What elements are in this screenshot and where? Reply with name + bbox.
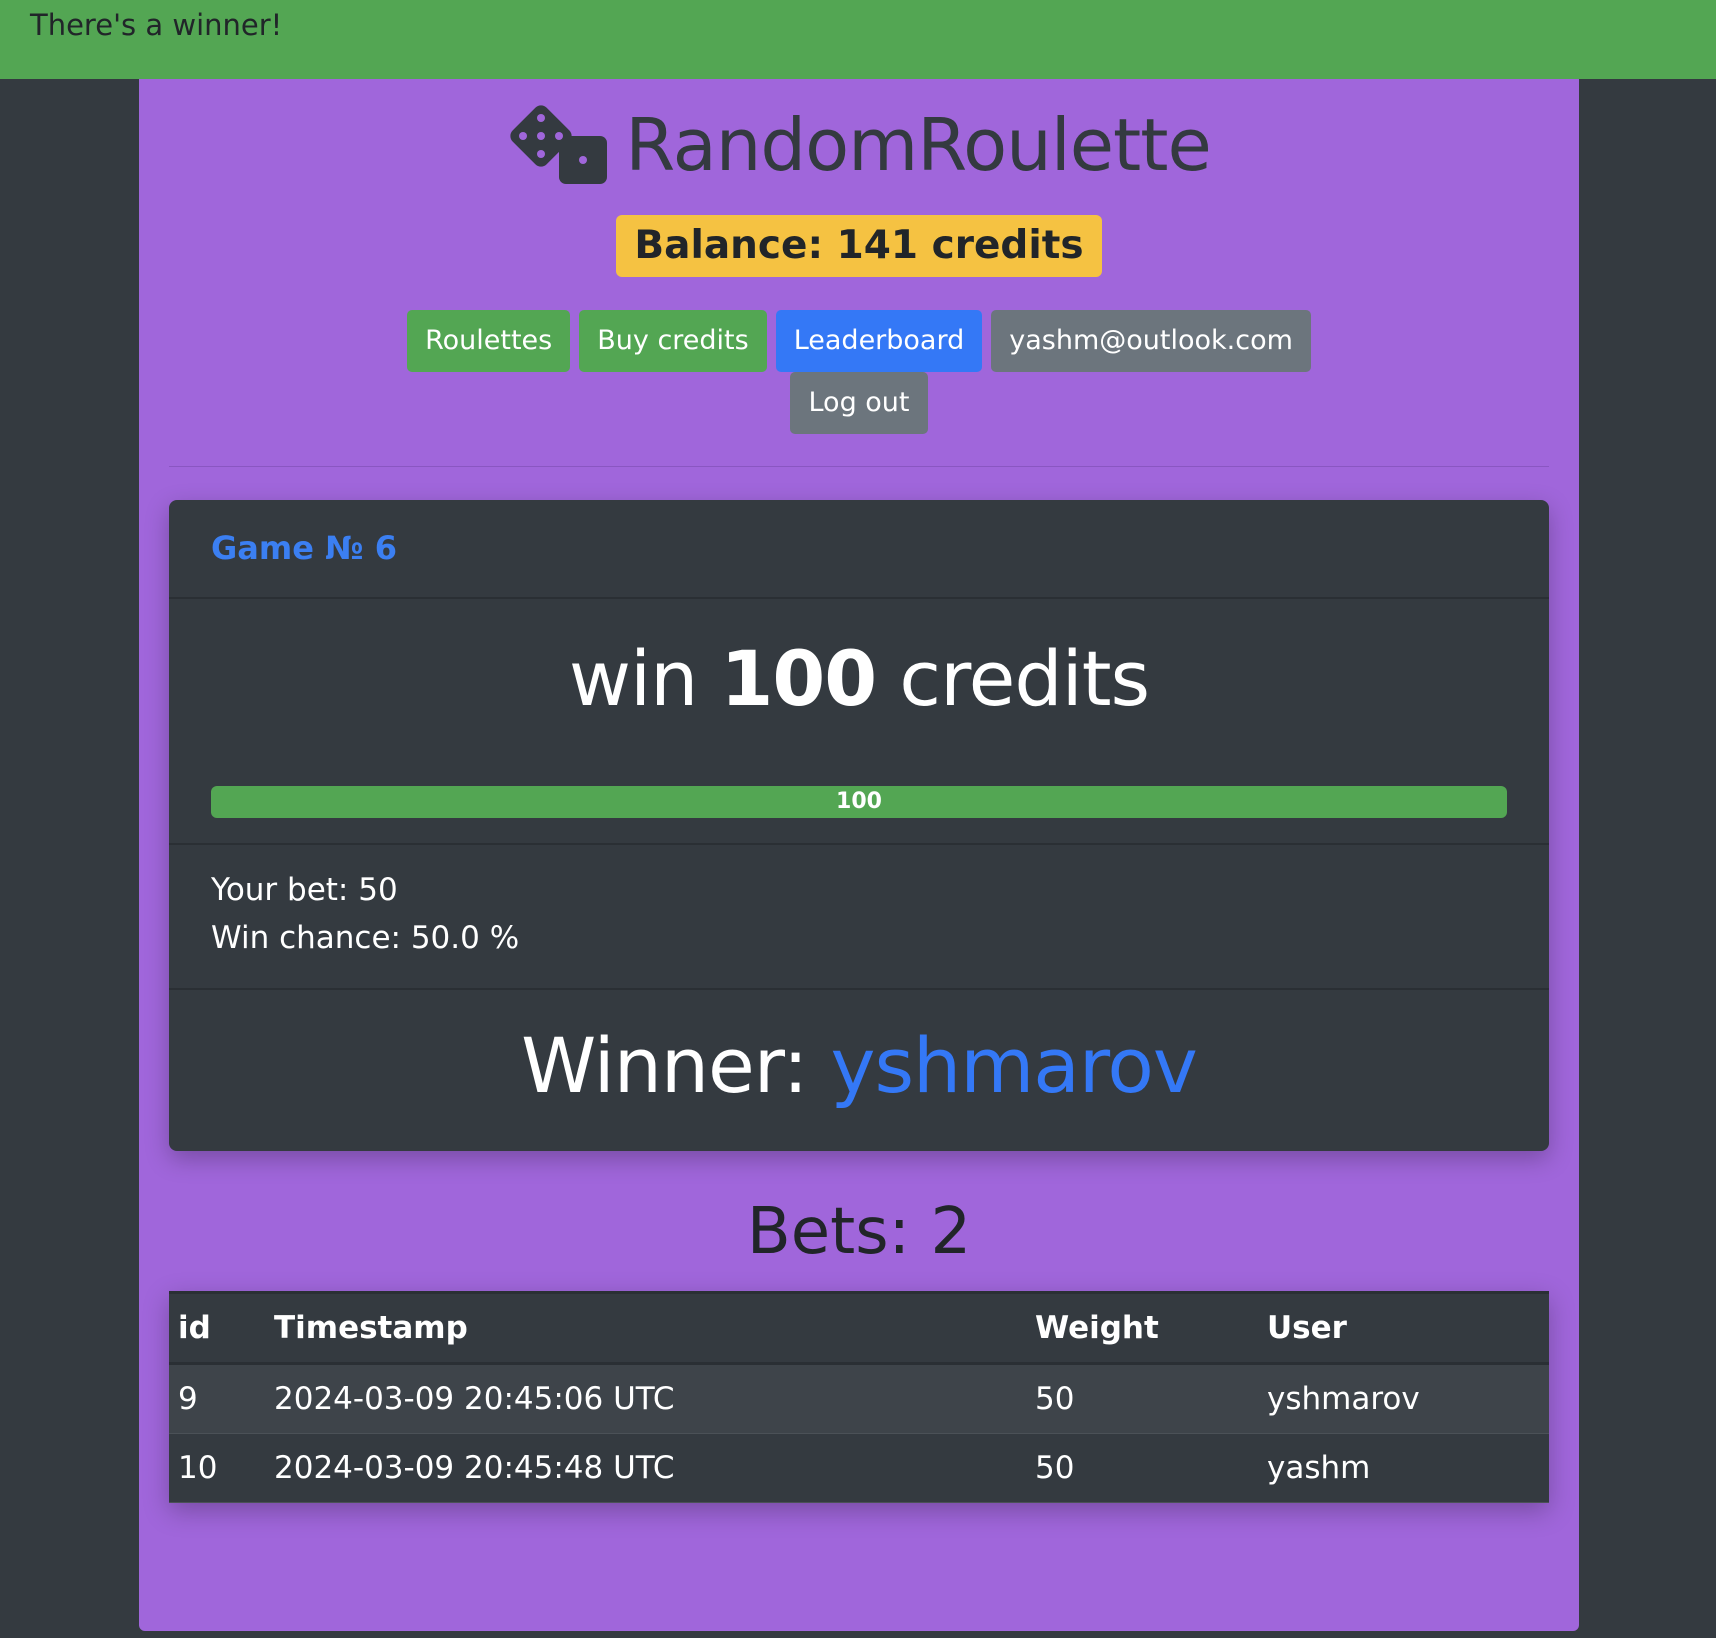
bets-title: Bets: 2 xyxy=(746,1195,972,1269)
balance-container: Balance: 141 credits xyxy=(139,215,1579,277)
prize-amount: 100 xyxy=(720,634,877,723)
balance-badge: Balance: 141 credits xyxy=(616,215,1102,277)
prize-prefix: win xyxy=(568,634,698,723)
win-chance-text: Win chance: 50.0 % xyxy=(211,920,520,956)
cell-weight: 50 xyxy=(1026,1363,1258,1434)
column-header-timestamp: Timestamp xyxy=(265,1291,1026,1365)
dice-icon xyxy=(507,104,611,186)
nav-row-primary: Roulettes Buy credits Leaderboard yashm@… xyxy=(139,310,1579,372)
winner-text: Winner: yshmarov xyxy=(169,1022,1549,1110)
table-row: 9 2024-03-09 20:45:06 UTC 50 yshmarov xyxy=(169,1363,1549,1434)
card-separator xyxy=(169,988,1549,990)
user-email-button[interactable]: yashm@outlook.com xyxy=(991,310,1311,372)
cell-user: yashm xyxy=(1258,1433,1549,1503)
roulettes-button[interactable]: Roulettes xyxy=(407,310,571,372)
prize-text: win 100 credits xyxy=(169,636,1549,722)
column-header-weight: Weight xyxy=(1026,1291,1258,1365)
column-header-id: id xyxy=(169,1291,265,1365)
game-title-link[interactable]: Game № 6 xyxy=(211,529,397,567)
prize-suffix: credits xyxy=(899,634,1150,723)
brand-header: RandomRoulette xyxy=(139,103,1579,187)
cell-timestamp: 2024-03-09 20:45:48 UTC xyxy=(265,1433,1026,1503)
card-separator xyxy=(169,843,1549,845)
cell-user: yshmarov xyxy=(1258,1363,1549,1434)
progress-bar: 100 xyxy=(211,786,1507,818)
cell-id: 9 xyxy=(169,1363,265,1434)
game-card: Game № 6 win 100 credits 100 Your bet: 5… xyxy=(169,500,1549,1151)
main-panel: RandomRoulette Balance: 141 credits Roul… xyxy=(139,79,1579,1631)
table-header-row: id Timestamp Weight User xyxy=(169,1291,1549,1365)
winner-name-link[interactable]: yshmarov xyxy=(830,1021,1197,1110)
progress-label: 100 xyxy=(836,789,882,814)
cell-timestamp: 2024-03-09 20:45:06 UTC xyxy=(265,1363,1026,1434)
nav-row-secondary: Log out xyxy=(139,372,1579,434)
table-row: 10 2024-03-09 20:45:48 UTC 50 yashm xyxy=(169,1433,1549,1503)
main-nav: Roulettes Buy credits Leaderboard yashm@… xyxy=(139,310,1579,434)
winner-label: Winner: xyxy=(521,1021,808,1110)
leaderboard-button[interactable]: Leaderboard xyxy=(775,310,983,372)
app-title[interactable]: RandomRoulette xyxy=(625,103,1212,187)
winner-alert: There's a winner! xyxy=(0,0,1716,79)
header-divider xyxy=(169,466,1549,467)
log-out-button[interactable]: Log out xyxy=(790,372,928,434)
cell-weight: 50 xyxy=(1026,1433,1258,1503)
cell-id: 10 xyxy=(169,1433,265,1503)
game-card-header: Game № 6 xyxy=(169,500,1549,599)
alert-text: There's a winner! xyxy=(30,8,283,42)
bets-table: id Timestamp Weight User 9 2024-03-09 20… xyxy=(169,1291,1549,1503)
your-bet-text: Your bet: 50 xyxy=(211,872,398,908)
column-header-user: User xyxy=(1258,1291,1549,1365)
buy-credits-button[interactable]: Buy credits xyxy=(579,310,767,372)
